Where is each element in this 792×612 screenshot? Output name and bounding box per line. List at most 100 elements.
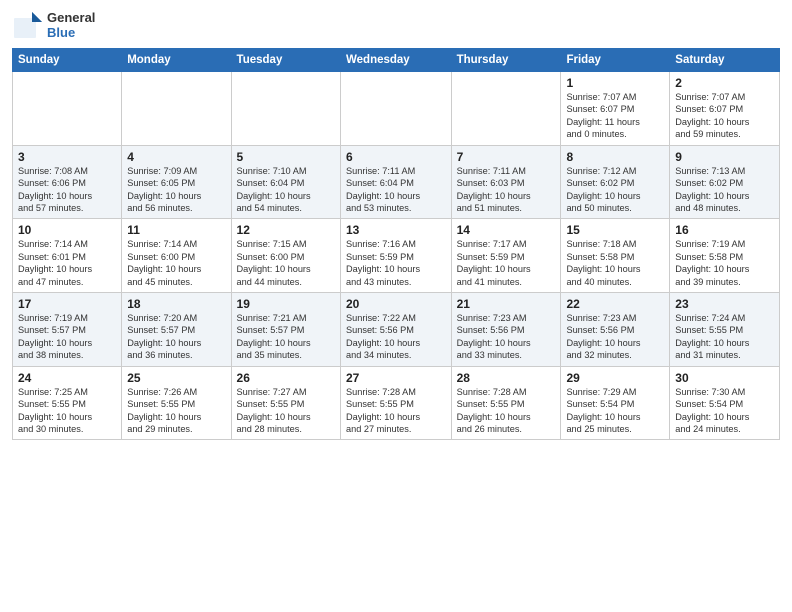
day-cell: 24Sunrise: 7:25 AM Sunset: 5:55 PM Dayli… [13, 366, 122, 440]
day-number: 23 [675, 297, 774, 311]
day-cell: 22Sunrise: 7:23 AM Sunset: 5:56 PM Dayli… [561, 293, 670, 367]
day-info: Sunrise: 7:19 AM Sunset: 5:58 PM Dayligh… [675, 238, 774, 288]
day-number: 25 [127, 371, 225, 385]
day-number: 17 [18, 297, 116, 311]
day-info: Sunrise: 7:10 AM Sunset: 6:04 PM Dayligh… [237, 165, 335, 215]
calendar-table: SundayMondayTuesdayWednesdayThursdayFrid… [12, 48, 780, 440]
day-number: 12 [237, 223, 335, 237]
day-cell: 1Sunrise: 7:07 AM Sunset: 6:07 PM Daylig… [561, 72, 670, 146]
day-cell [122, 72, 231, 146]
day-cell: 29Sunrise: 7:29 AM Sunset: 5:54 PM Dayli… [561, 366, 670, 440]
day-info: Sunrise: 7:22 AM Sunset: 5:56 PM Dayligh… [346, 312, 446, 362]
logo: General Blue [12, 10, 95, 42]
weekday-header-sunday: Sunday [13, 49, 122, 72]
day-number: 8 [566, 150, 664, 164]
day-number: 6 [346, 150, 446, 164]
day-cell: 21Sunrise: 7:23 AM Sunset: 5:56 PM Dayli… [451, 293, 561, 367]
day-number: 19 [237, 297, 335, 311]
day-info: Sunrise: 7:17 AM Sunset: 5:59 PM Dayligh… [457, 238, 556, 288]
day-cell: 26Sunrise: 7:27 AM Sunset: 5:55 PM Dayli… [231, 366, 340, 440]
day-number: 24 [18, 371, 116, 385]
day-number: 14 [457, 223, 556, 237]
weekday-header-thursday: Thursday [451, 49, 561, 72]
day-cell: 4Sunrise: 7:09 AM Sunset: 6:05 PM Daylig… [122, 145, 231, 219]
day-cell: 9Sunrise: 7:13 AM Sunset: 6:02 PM Daylig… [670, 145, 780, 219]
week-row-2: 3Sunrise: 7:08 AM Sunset: 6:06 PM Daylig… [13, 145, 780, 219]
day-cell: 23Sunrise: 7:24 AM Sunset: 5:55 PM Dayli… [670, 293, 780, 367]
day-number: 29 [566, 371, 664, 385]
day-cell [451, 72, 561, 146]
day-number: 3 [18, 150, 116, 164]
day-number: 7 [457, 150, 556, 164]
day-info: Sunrise: 7:14 AM Sunset: 6:00 PM Dayligh… [127, 238, 225, 288]
day-cell: 25Sunrise: 7:26 AM Sunset: 5:55 PM Dayli… [122, 366, 231, 440]
day-cell: 16Sunrise: 7:19 AM Sunset: 5:58 PM Dayli… [670, 219, 780, 293]
day-info: Sunrise: 7:11 AM Sunset: 6:03 PM Dayligh… [457, 165, 556, 215]
day-cell: 27Sunrise: 7:28 AM Sunset: 5:55 PM Dayli… [341, 366, 452, 440]
day-info: Sunrise: 7:27 AM Sunset: 5:55 PM Dayligh… [237, 386, 335, 436]
day-cell: 6Sunrise: 7:11 AM Sunset: 6:04 PM Daylig… [341, 145, 452, 219]
day-cell: 30Sunrise: 7:30 AM Sunset: 5:54 PM Dayli… [670, 366, 780, 440]
day-info: Sunrise: 7:23 AM Sunset: 5:56 PM Dayligh… [566, 312, 664, 362]
day-info: Sunrise: 7:18 AM Sunset: 5:58 PM Dayligh… [566, 238, 664, 288]
day-info: Sunrise: 7:08 AM Sunset: 6:06 PM Dayligh… [18, 165, 116, 215]
weekday-header-row: SundayMondayTuesdayWednesdayThursdayFrid… [13, 49, 780, 72]
day-cell: 14Sunrise: 7:17 AM Sunset: 5:59 PM Dayli… [451, 219, 561, 293]
day-info: Sunrise: 7:07 AM Sunset: 6:07 PM Dayligh… [566, 91, 664, 141]
day-cell: 7Sunrise: 7:11 AM Sunset: 6:03 PM Daylig… [451, 145, 561, 219]
day-cell: 10Sunrise: 7:14 AM Sunset: 6:01 PM Dayli… [13, 219, 122, 293]
header: General Blue [12, 10, 780, 42]
day-info: Sunrise: 7:15 AM Sunset: 6:00 PM Dayligh… [237, 238, 335, 288]
day-number: 15 [566, 223, 664, 237]
day-info: Sunrise: 7:28 AM Sunset: 5:55 PM Dayligh… [346, 386, 446, 436]
day-cell [13, 72, 122, 146]
day-cell: 17Sunrise: 7:19 AM Sunset: 5:57 PM Dayli… [13, 293, 122, 367]
day-cell: 13Sunrise: 7:16 AM Sunset: 5:59 PM Dayli… [341, 219, 452, 293]
day-number: 1 [566, 76, 664, 90]
day-info: Sunrise: 7:25 AM Sunset: 5:55 PM Dayligh… [18, 386, 116, 436]
day-cell: 28Sunrise: 7:28 AM Sunset: 5:55 PM Dayli… [451, 366, 561, 440]
day-number: 13 [346, 223, 446, 237]
day-number: 9 [675, 150, 774, 164]
day-number: 16 [675, 223, 774, 237]
day-cell: 11Sunrise: 7:14 AM Sunset: 6:00 PM Dayli… [122, 219, 231, 293]
week-row-1: 1Sunrise: 7:07 AM Sunset: 6:07 PM Daylig… [13, 72, 780, 146]
day-number: 5 [237, 150, 335, 164]
day-number: 27 [346, 371, 446, 385]
day-info: Sunrise: 7:21 AM Sunset: 5:57 PM Dayligh… [237, 312, 335, 362]
weekday-header-monday: Monday [122, 49, 231, 72]
day-cell [341, 72, 452, 146]
day-info: Sunrise: 7:29 AM Sunset: 5:54 PM Dayligh… [566, 386, 664, 436]
day-info: Sunrise: 7:07 AM Sunset: 6:07 PM Dayligh… [675, 91, 774, 141]
day-info: Sunrise: 7:24 AM Sunset: 5:55 PM Dayligh… [675, 312, 774, 362]
week-row-3: 10Sunrise: 7:14 AM Sunset: 6:01 PM Dayli… [13, 219, 780, 293]
day-number: 22 [566, 297, 664, 311]
day-info: Sunrise: 7:23 AM Sunset: 5:56 PM Dayligh… [457, 312, 556, 362]
day-cell: 20Sunrise: 7:22 AM Sunset: 5:56 PM Dayli… [341, 293, 452, 367]
day-number: 10 [18, 223, 116, 237]
day-cell: 3Sunrise: 7:08 AM Sunset: 6:06 PM Daylig… [13, 145, 122, 219]
day-number: 4 [127, 150, 225, 164]
day-info: Sunrise: 7:13 AM Sunset: 6:02 PM Dayligh… [675, 165, 774, 215]
day-info: Sunrise: 7:26 AM Sunset: 5:55 PM Dayligh… [127, 386, 225, 436]
logo-svg [12, 10, 44, 42]
day-number: 30 [675, 371, 774, 385]
week-row-4: 17Sunrise: 7:19 AM Sunset: 5:57 PM Dayli… [13, 293, 780, 367]
day-info: Sunrise: 7:19 AM Sunset: 5:57 PM Dayligh… [18, 312, 116, 362]
day-number: 28 [457, 371, 556, 385]
day-number: 26 [237, 371, 335, 385]
day-number: 18 [127, 297, 225, 311]
day-info: Sunrise: 7:20 AM Sunset: 5:57 PM Dayligh… [127, 312, 225, 362]
weekday-header-saturday: Saturday [670, 49, 780, 72]
day-cell: 5Sunrise: 7:10 AM Sunset: 6:04 PM Daylig… [231, 145, 340, 219]
day-info: Sunrise: 7:28 AM Sunset: 5:55 PM Dayligh… [457, 386, 556, 436]
day-cell: 15Sunrise: 7:18 AM Sunset: 5:58 PM Dayli… [561, 219, 670, 293]
day-info: Sunrise: 7:09 AM Sunset: 6:05 PM Dayligh… [127, 165, 225, 215]
logo-blue: Blue [47, 26, 95, 41]
day-number: 11 [127, 223, 225, 237]
day-number: 2 [675, 76, 774, 90]
day-cell: 8Sunrise: 7:12 AM Sunset: 6:02 PM Daylig… [561, 145, 670, 219]
day-cell: 12Sunrise: 7:15 AM Sunset: 6:00 PM Dayli… [231, 219, 340, 293]
day-number: 20 [346, 297, 446, 311]
day-info: Sunrise: 7:11 AM Sunset: 6:04 PM Dayligh… [346, 165, 446, 215]
